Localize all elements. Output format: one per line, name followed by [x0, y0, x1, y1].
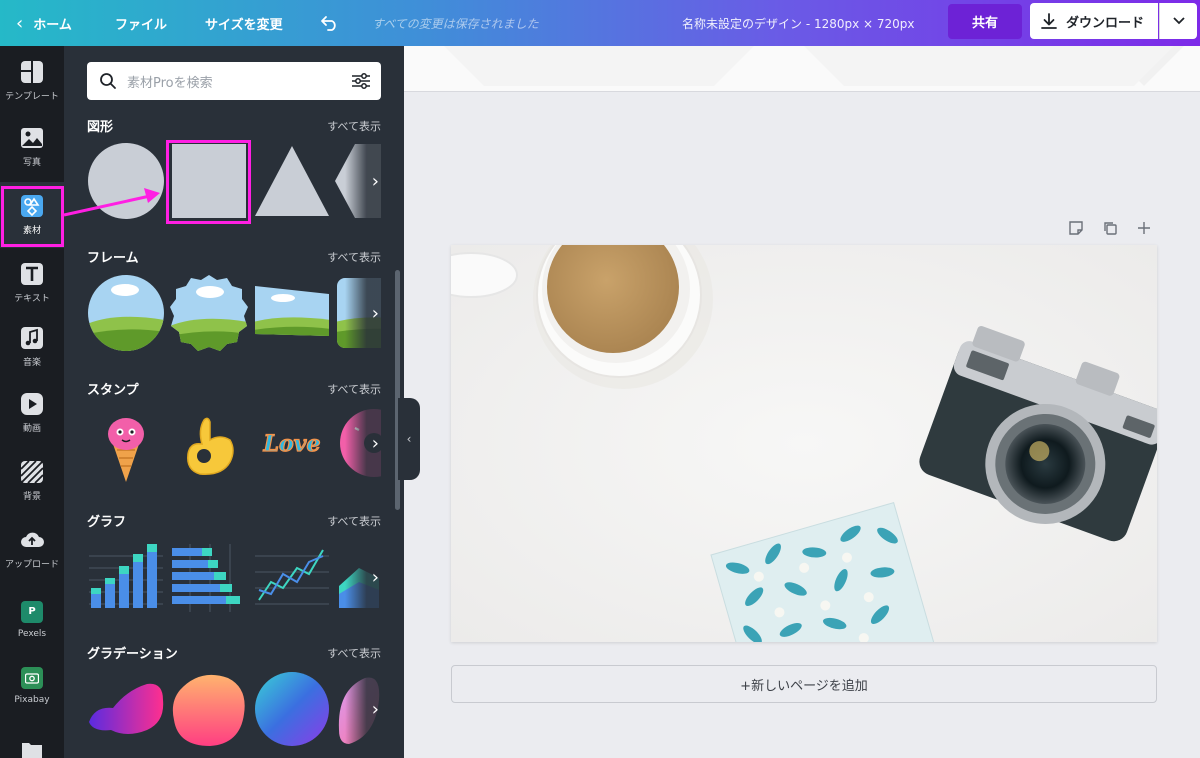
template-icon	[20, 60, 44, 84]
design-photo	[451, 245, 1157, 642]
bar-chart-thumbnail[interactable]	[87, 538, 165, 616]
folder-icon	[20, 740, 44, 758]
note-icon[interactable]	[1066, 218, 1086, 238]
rail-item-pexels[interactable]: P Pexels	[0, 586, 64, 652]
filter-icon[interactable]	[351, 72, 371, 90]
see-all-gradients[interactable]: すべて表示	[327, 645, 381, 661]
section-title-frames: フレーム	[87, 251, 139, 266]
ice-cream-sticker[interactable]	[87, 404, 165, 482]
left-rail: テンプレート 写真 素材 テキスト 音楽 動画 背景 アップロード P Pexe…	[0, 46, 64, 758]
see-all-shapes[interactable]: すべて表示	[327, 118, 381, 134]
rail-label: Pexels	[17, 628, 47, 639]
love-sticker-text: Love	[263, 431, 321, 457]
resize-menu[interactable]: サイズを変更	[205, 0, 283, 46]
download-label: ダウンロード	[1066, 15, 1145, 31]
line-chart-thumbnail[interactable]	[253, 538, 331, 616]
chevron-right-icon[interactable]: ›	[345, 274, 381, 352]
rail-item-text[interactable]: テキスト	[0, 250, 64, 316]
text-icon	[20, 262, 44, 286]
search-box[interactable]: 素材Proを検索	[87, 62, 381, 100]
section-title-stickers: スタンプ	[87, 383, 139, 398]
chevron-right-icon[interactable]: ›	[345, 538, 381, 616]
rail-item-uploads[interactable]: アップロード	[0, 516, 64, 582]
gradient-circle-blue[interactable]	[253, 670, 331, 748]
chevron-left-icon: ‹	[16, 12, 24, 34]
file-menu[interactable]: ファイル	[115, 0, 167, 46]
gradients-row: ›	[87, 670, 381, 748]
rail-label: 写真	[22, 158, 41, 168]
see-all-charts[interactable]: すべて表示	[327, 513, 381, 529]
chevron-right-icon[interactable]: ›	[345, 404, 381, 482]
chevron-right-icon[interactable]: ›	[345, 142, 381, 220]
elements-highlight-box	[1, 186, 64, 247]
add-page-button[interactable]: +新しいページを追加	[451, 665, 1157, 703]
rail-item-photos[interactable]: 写真	[0, 114, 64, 180]
save-status: すべての変更は保存されました	[372, 16, 539, 31]
love-sticker[interactable]: Love	[253, 404, 331, 482]
previous-page-preview[interactable]	[404, 46, 1200, 92]
stacked-bar-chart-thumbnail[interactable]	[170, 538, 248, 616]
rail-label: 背景	[22, 492, 41, 502]
triangle-shape[interactable]	[253, 142, 331, 220]
charts-row: ›	[87, 538, 381, 616]
rail-item-background[interactable]: 背景	[0, 448, 64, 514]
gradient-blob-purple[interactable]	[87, 670, 165, 748]
search-icon	[100, 73, 116, 89]
stickers-row: Love ›	[87, 404, 381, 482]
background-icon	[20, 460, 44, 484]
rail-label: 音楽	[22, 358, 41, 368]
rail-item-pixabay[interactable]: Pixabay	[0, 652, 64, 718]
download-options-button[interactable]	[1159, 3, 1197, 39]
download-icon	[1041, 13, 1057, 29]
annotation-arrow	[63, 188, 160, 217]
pixabay-icon	[20, 666, 44, 690]
see-all-stickers[interactable]: すべて表示	[327, 381, 381, 397]
chevron-right-icon[interactable]: ›	[345, 670, 381, 748]
chevron-down-icon	[1172, 17, 1185, 25]
music-icon	[20, 326, 44, 350]
rail-item-templates[interactable]: テンプレート	[0, 48, 64, 114]
undo-icon[interactable]	[320, 0, 340, 46]
rail-label: テキスト	[14, 294, 50, 304]
section-title-charts: グラフ	[87, 515, 127, 530]
gradient-blob-peach[interactable]	[170, 670, 248, 748]
badge-frame[interactable]	[170, 274, 248, 352]
download-button[interactable]: ダウンロード	[1030, 3, 1158, 39]
upload-icon	[20, 528, 44, 552]
see-all-frames[interactable]: すべて表示	[327, 249, 381, 265]
home-label: ホーム	[33, 17, 72, 33]
rail-label: 動画	[22, 424, 41, 434]
video-icon	[20, 392, 44, 416]
section-title-shapes: 図形	[87, 120, 114, 135]
design-title[interactable]: 名称未設定のデザイン - 1280px × 720px	[682, 0, 915, 46]
square-highlight-box	[166, 140, 251, 224]
add-page-icon[interactable]	[1134, 218, 1154, 238]
pexels-icon: P	[20, 600, 44, 624]
rail-item-folder[interactable]	[0, 722, 64, 758]
top-bar: ‹ ホーム ファイル サイズを変更 すべての変更は保存されました 名称未設定のデ…	[0, 0, 1200, 46]
search-input[interactable]: 素材Proを検索	[127, 72, 351, 91]
home-button[interactable]: ‹ ホーム	[16, 0, 72, 46]
photo-icon	[20, 126, 44, 150]
circle-frame[interactable]	[87, 274, 165, 352]
rail-item-music[interactable]: 音楽	[0, 314, 64, 380]
frames-row: ›	[87, 274, 381, 352]
collapse-panel-button[interactable]: ‹	[398, 398, 420, 480]
rail-label: アップロード	[4, 560, 59, 570]
ok-hand-sticker[interactable]	[170, 404, 248, 482]
rail-item-video[interactable]: 動画	[0, 380, 64, 446]
share-button[interactable]: 共有	[948, 4, 1022, 39]
rail-label: テンプレート	[5, 92, 59, 102]
chevron-left-icon: ‹	[406, 432, 412, 446]
duplicate-page-icon[interactable]	[1100, 218, 1120, 238]
design-canvas[interactable]	[451, 245, 1157, 642]
section-title-gradients: グラデーション	[87, 647, 178, 662]
rail-label: Pixabay	[14, 694, 50, 705]
angled-frame[interactable]	[253, 274, 331, 352]
